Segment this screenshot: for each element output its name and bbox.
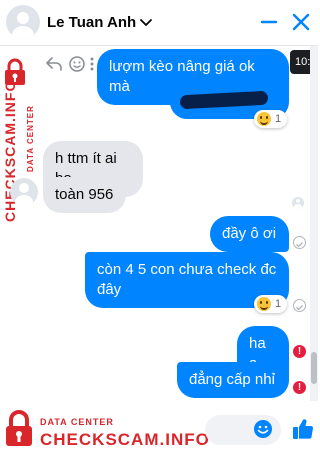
bottom-watermark: DATA CENTER CHECKSCAM.INFO bbox=[4, 407, 209, 451]
watermark-sub-text: DATA CENTER bbox=[26, 105, 35, 172]
laughing-emoji-icon bbox=[257, 112, 271, 126]
composer-bar: DATA CENTER CHECKSCAM.INFO bbox=[0, 401, 318, 451]
message-reaction[interactable]: 1 bbox=[254, 295, 288, 313]
outgoing-message[interactable]: đầy ô ơi bbox=[210, 216, 289, 252]
emoji-icon[interactable] bbox=[253, 419, 273, 439]
watermark-sub-text: DATA CENTER bbox=[40, 417, 114, 427]
redaction-mark bbox=[179, 90, 269, 110]
laughing-emoji-icon bbox=[257, 297, 271, 311]
lock-icon bbox=[6, 410, 32, 446]
thumbs-up-icon[interactable] bbox=[291, 417, 315, 441]
error-status-icon[interactable]: ! bbox=[293, 345, 306, 358]
error-status-icon[interactable]: ! bbox=[293, 381, 306, 394]
contact-avatar[interactable] bbox=[6, 5, 40, 39]
message-reaction[interactable]: 1 bbox=[254, 110, 288, 128]
watermark-main-text: CHECKSCAM.INFO bbox=[40, 430, 210, 449]
chevron-down-icon[interactable] bbox=[138, 14, 154, 30]
incoming-message[interactable]: toàn 956 bbox=[43, 177, 126, 213]
reply-icon[interactable] bbox=[46, 57, 62, 71]
more-options-icon[interactable] bbox=[88, 56, 96, 72]
reaction-count: 1 bbox=[275, 298, 282, 310]
scrollbar-track[interactable] bbox=[310, 46, 318, 401]
minimize-icon[interactable] bbox=[258, 11, 280, 33]
contact-mini-avatar bbox=[10, 178, 38, 206]
close-icon[interactable] bbox=[290, 11, 312, 33]
seen-avatar bbox=[292, 197, 304, 209]
chat-header: Le Tuan Anh bbox=[0, 0, 318, 46]
scrollbar-thumb[interactable] bbox=[311, 352, 317, 384]
reaction-count: 1 bbox=[275, 113, 282, 125]
sent-status-icon bbox=[293, 236, 306, 249]
contact-name[interactable]: Le Tuan Anh bbox=[47, 14, 136, 31]
react-icon[interactable] bbox=[68, 55, 86, 73]
sent-status-icon bbox=[293, 299, 306, 312]
outgoing-message[interactable]: đẳng cấp nhỉ bbox=[177, 362, 289, 398]
